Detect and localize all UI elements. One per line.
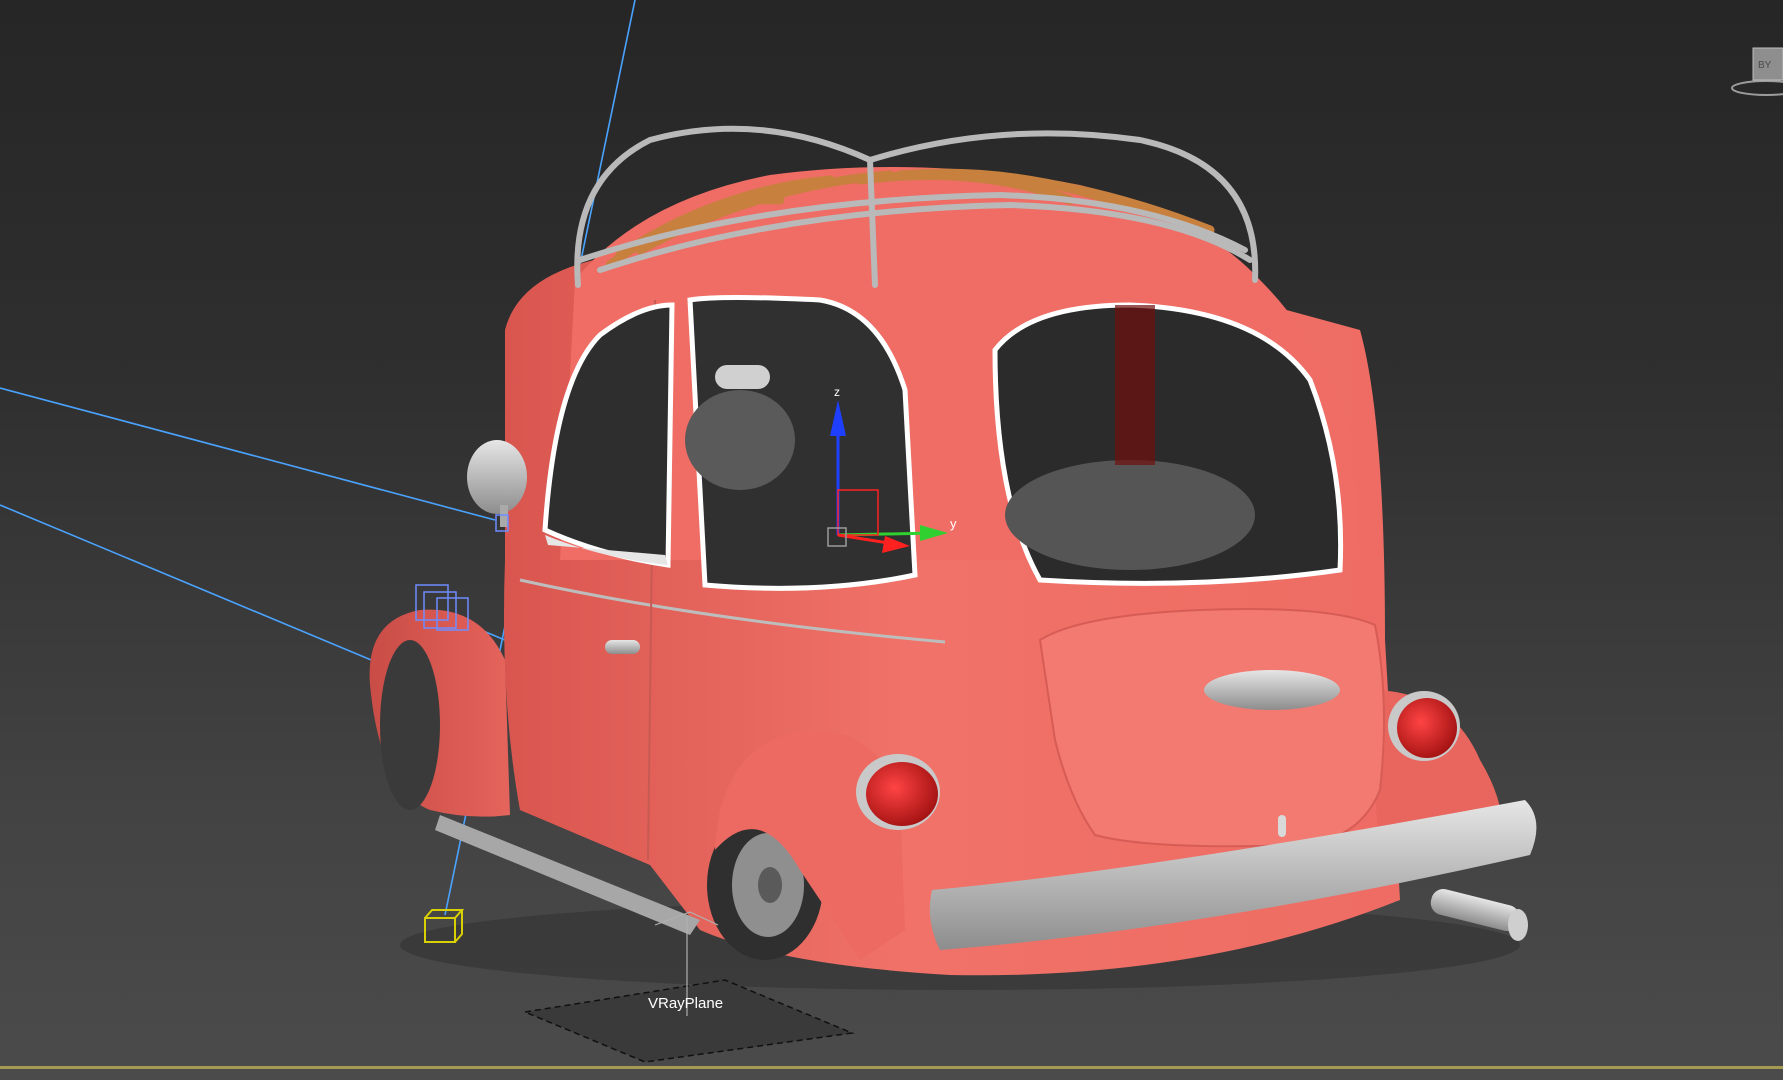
vray-plane-label: VRayPlane <box>648 995 723 1012</box>
gizmo-label-y: y <box>950 516 957 531</box>
viewcube-face-label: BY <box>1758 60 1772 71</box>
scene-render: z y VRayPlane <box>0 0 1537 1063</box>
viewcube[interactable]: BY <box>1728 40 1783 100</box>
viewcube-icon[interactable]: BY <box>1728 40 1783 100</box>
3d-viewport[interactable]: z y VRayPlane BY <box>0 0 1783 1080</box>
viewport-bottom-border <box>0 1066 1783 1069</box>
gizmo-label-z: z <box>834 385 840 399</box>
